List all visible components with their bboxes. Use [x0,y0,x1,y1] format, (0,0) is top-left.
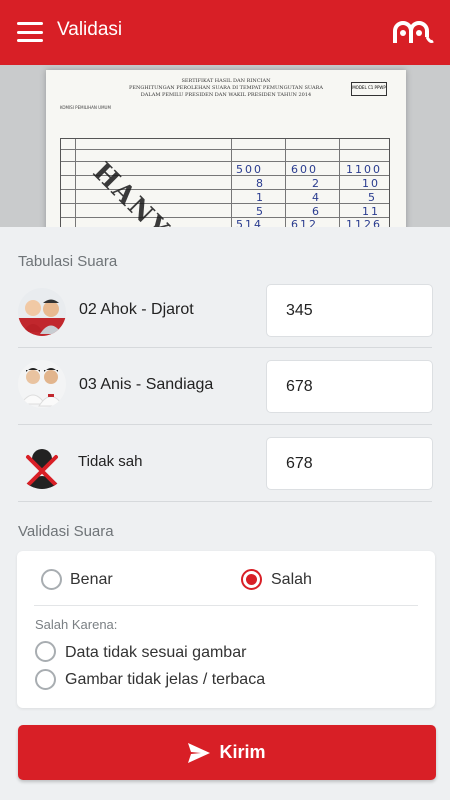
app-logo-icon [393,21,434,43]
radio-gambar-tidak-jelas[interactable] [35,669,56,690]
vote-count-input[interactable] [266,360,433,413]
kirim-button[interactable]: Kirim [18,725,436,780]
doc-handwritten: 8 [256,177,265,190]
row-divider [18,424,432,425]
doc-handwritten: 600 [291,163,318,176]
app-bar: Validasi [0,0,450,65]
radio-benar[interactable] [41,569,62,590]
row-divider [18,501,432,502]
doc-meta: KOMISI PEMILIHAN UMUM [60,105,111,110]
radio-label: Salah [271,571,312,588]
form-document: SERTIFIKAT HASIL DAN RINCIAN PENGHITUNGA… [46,70,406,227]
tabulasi-section-title: Tabulasi Suara [18,253,118,270]
doc-handwritten: 6 [312,205,321,218]
radio-label: Benar [70,571,113,588]
doc-handwritten: 11 [362,205,380,218]
kirim-label: Kirim [219,742,266,762]
doc-handwritten: 1100 [346,163,382,176]
doc-handwritten: 1126 [346,218,382,227]
radio-label: Data tidak sesuai gambar [65,644,247,661]
card-divider [34,605,418,606]
validation-card: Benar Salah Salah Karena: Data tidak ses… [17,551,435,708]
doc-handwritten: 5 [368,191,377,204]
doc-model-box: MODEL C1 PPWP [351,82,387,96]
form-c1-photo[interactable]: SERTIFIKAT HASIL DAN RINCIAN PENGHITUNGA… [0,65,450,227]
doc-handwritten: 514 [236,218,263,227]
vote-count-input[interactable] [266,284,433,337]
candidate-name: Tidak sah [78,453,143,470]
doc-handwritten: 4 [312,191,321,204]
doc-handwritten: 500 [236,163,263,176]
radio-salah[interactable] [241,569,262,590]
candidate-avatar [18,360,66,408]
radio-data-tidak-sesuai[interactable] [35,641,56,662]
candidate-row: 02 Ahok - Djarot [0,279,450,355]
vote-count-input[interactable] [266,437,433,490]
invalid-vote-icon [18,441,66,489]
candidate-name: 02 Ahok - Djarot [79,301,194,318]
row-divider [18,347,432,348]
hamburger-menu-icon[interactable] [17,22,43,42]
candidate-row: Tidak sah [0,432,450,508]
send-icon [188,742,211,763]
validasi-section-title: Validasi Suara [18,523,114,540]
radio-label: Gambar tidak jelas / terbaca [65,671,266,688]
candidate-name: 03 Anis - Sandiaga [79,376,214,393]
page-title: Validasi [57,19,123,40]
reason-title: Salah Karena: [35,617,118,632]
doc-handwritten: 1 [256,191,265,204]
candidate-row: 03 Anis - Sandiaga [0,355,450,431]
doc-handwritten: 612 [291,218,318,227]
doc-handwritten: 5 [256,205,265,218]
candidate-avatar [18,288,66,336]
doc-handwritten: 2 [312,177,321,190]
doc-handwritten: 10 [362,177,380,190]
